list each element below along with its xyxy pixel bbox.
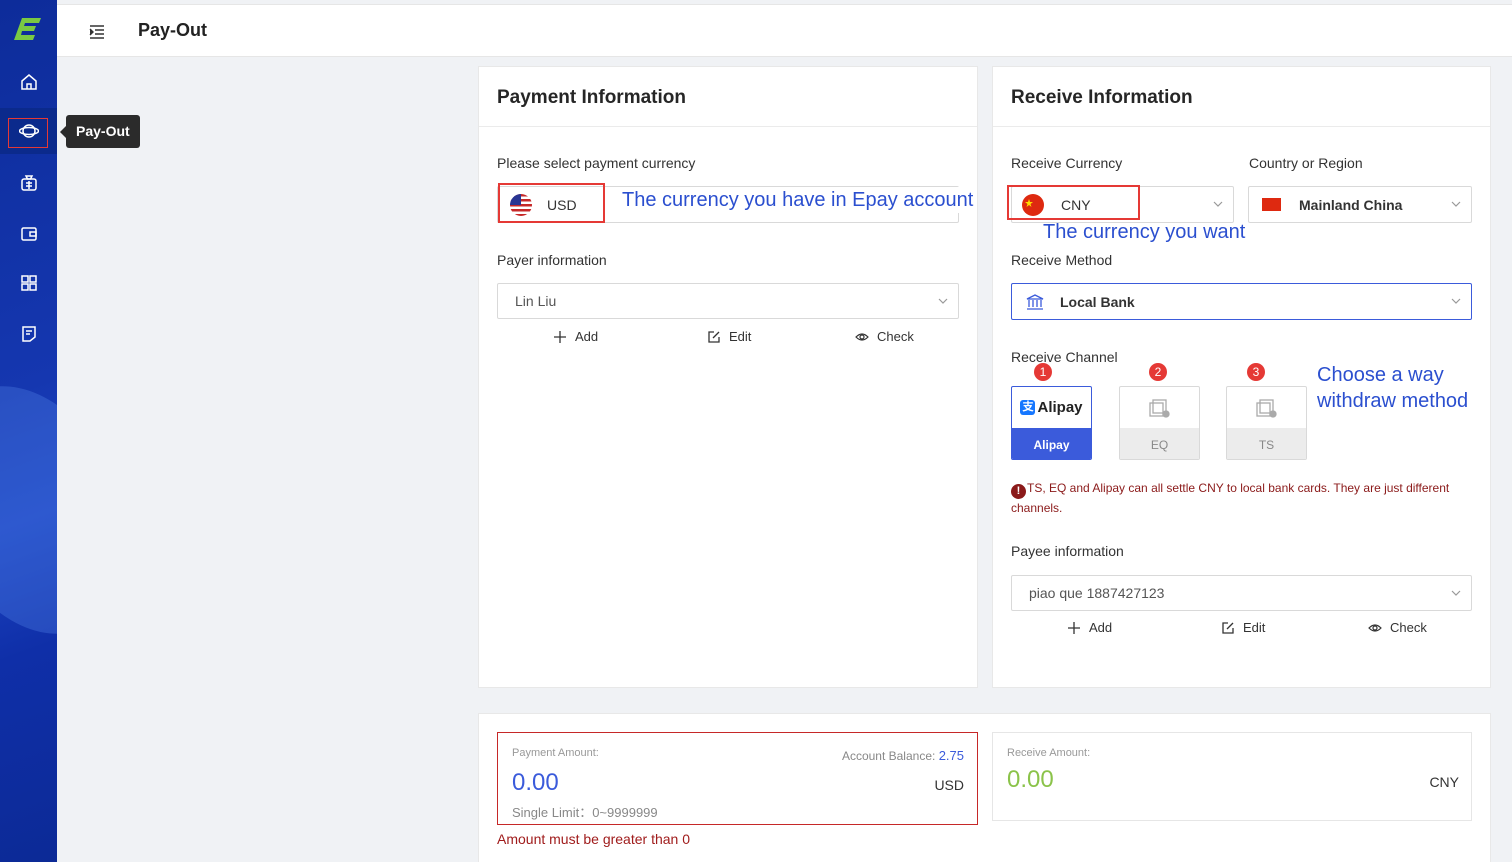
nav-tooltip: Pay-Out — [60, 115, 140, 148]
wallet-icon — [20, 227, 37, 241]
chevron-down-icon — [1451, 590, 1461, 596]
chevron-down-icon — [1213, 201, 1223, 207]
channel-label-ts: TS — [1227, 428, 1306, 459]
payer-add-label: Add — [575, 329, 599, 344]
region-select[interactable]: Mainland China — [1248, 186, 1472, 223]
receive-method-select[interactable]: Local Bank — [1011, 283, 1472, 320]
region-value: Mainland China — [1299, 196, 1403, 213]
receive-amount-currency: CNY — [1429, 774, 1459, 790]
receive-method-label: Receive Method — [1011, 252, 1113, 268]
payee-information-label: Payee information — [1011, 543, 1124, 559]
payee-value: piao que 1887427123 — [1029, 585, 1165, 601]
payer-check-label: Check — [877, 329, 914, 344]
logo-icon[interactable] — [14, 16, 42, 42]
plus-icon — [1068, 621, 1080, 634]
channel-option-alipay[interactable]: 支 Alipay Alipay — [1011, 386, 1092, 460]
payment-amount-currency: USD — [934, 777, 964, 793]
payment-currency-highlight — [498, 183, 605, 223]
chevron-down-icon — [1451, 201, 1461, 207]
payer-edit-label: Edit — [729, 329, 752, 344]
payee-check-label: Check — [1390, 620, 1427, 635]
grid-icon — [20, 275, 37, 291]
page-title: Pay-Out — [138, 20, 208, 40]
payer-add-button[interactable]: Add — [553, 329, 598, 344]
channel-warning-line-2: channels. — [1011, 501, 1063, 515]
payer-check-button[interactable]: Check — [855, 329, 914, 344]
alipay-logo: 支 Alipay — [1012, 387, 1091, 428]
cn-flag-icon — [1262, 198, 1281, 211]
money-bag-icon — [20, 175, 37, 191]
account-balance-value: 2.75 — [938, 748, 964, 763]
payer-value: Lin Liu — [515, 293, 557, 309]
payment-amount-label: Payment Amount: — [512, 747, 599, 759]
warning-icon: ! — [1011, 484, 1026, 499]
receive-currency-highlight — [1007, 185, 1140, 220]
sidebar-decoration — [0, 354, 57, 666]
payee-add-button[interactable]: Add — [1067, 620, 1112, 635]
alipay-logo-text: Alipay — [1037, 399, 1083, 416]
menu-collapse-icon[interactable] — [89, 25, 105, 39]
channel-warning: ! TS, EQ and Alipay can all settle CNY to… — [1011, 479, 1471, 517]
channel-label-eq: EQ — [1120, 428, 1199, 459]
channel-annotation-line-1: Choose a way — [1317, 364, 1444, 386]
channel-annotation-line-2: withdraw method — [1317, 390, 1469, 412]
bank-icon — [1026, 293, 1044, 310]
image-placeholder-icon — [1148, 398, 1170, 418]
sidebar-item-wallet[interactable] — [0, 211, 57, 257]
channel-annotation: Choose a way withdraw method — [1317, 362, 1468, 414]
edit-icon — [1222, 621, 1234, 634]
receive-amount-label: Receive Amount: — [1007, 747, 1091, 759]
sidebar-item-apps[interactable] — [0, 260, 57, 306]
sidebar-item-home[interactable] — [0, 59, 57, 105]
payee-edit-button[interactable]: Edit — [1221, 620, 1265, 635]
plus-icon — [554, 330, 566, 343]
payer-information-label: Payer information — [497, 252, 607, 268]
receive-amount-box: Receive Amount: 0.00 CNY — [992, 732, 1472, 821]
amount-error-message: Amount must be greater than 0 — [497, 831, 690, 847]
region-label: Country or Region — [1249, 155, 1363, 171]
payee-add-label: Add — [1089, 620, 1113, 635]
payer-edit-button[interactable]: Edit — [707, 329, 751, 344]
receive-card-title: Receive Information — [993, 67, 1490, 127]
payee-edit-label: Edit — [1243, 620, 1266, 635]
alipay-icon: 支 — [1020, 400, 1036, 415]
account-balance-label: Account Balance: — [841, 749, 936, 763]
eye-icon — [855, 332, 869, 341]
receive-channel-label: Receive Channel — [1011, 349, 1118, 365]
receive-method-value: Local Bank — [1060, 293, 1135, 310]
receive-currency-annotation: The currency you want — [1043, 221, 1246, 243]
image-placeholder-icon — [1255, 398, 1277, 418]
chevron-down-icon — [938, 298, 948, 304]
chevron-down-icon — [1451, 298, 1461, 304]
top-bar: Pay-Out — [57, 4, 1512, 57]
channel-option-eq[interactable]: EQ — [1119, 386, 1200, 460]
payee-select[interactable]: piao que 1887427123 — [1011, 575, 1472, 611]
document-icon — [21, 326, 36, 342]
channel-badge-1: 1 — [1034, 363, 1052, 381]
payment-currency-annotation: The currency you have in Epay account — [622, 187, 976, 213]
channel-badge-3: 3 — [1247, 363, 1265, 381]
home-icon — [20, 74, 37, 90]
channel-badge-2: 2 — [1149, 363, 1167, 381]
payment-amount-input[interactable]: 0.00 — [512, 769, 559, 797]
sidebar-item-orders[interactable] — [0, 311, 57, 357]
nav-highlight-box — [8, 118, 48, 148]
payment-amount-box[interactable]: Payment Amount: Account Balance: 2.75 0.… — [497, 732, 978, 825]
eye-icon — [1368, 623, 1382, 632]
receive-currency-label: Receive Currency — [1011, 155, 1123, 171]
receive-amount-value: 0.00 — [1007, 766, 1054, 793]
edit-icon — [708, 330, 720, 343]
account-balance: Account Balance: 2.75 — [842, 748, 964, 763]
single-limit: Single Limit：0~9999999 — [512, 805, 658, 820]
payment-currency-label: Please select payment currency — [497, 155, 696, 171]
channel-label-alipay: Alipay — [1012, 428, 1091, 459]
channel-option-ts[interactable]: TS — [1226, 386, 1307, 460]
payee-check-button[interactable]: Check — [1368, 620, 1427, 635]
sidebar-item-exchange[interactable] — [0, 160, 57, 206]
channel-warning-line-1: TS, EQ and Alipay can all settle CNY to … — [1027, 481, 1450, 495]
payment-card-title: Payment Information — [479, 67, 977, 127]
payer-select[interactable]: Lin Liu — [497, 283, 959, 319]
